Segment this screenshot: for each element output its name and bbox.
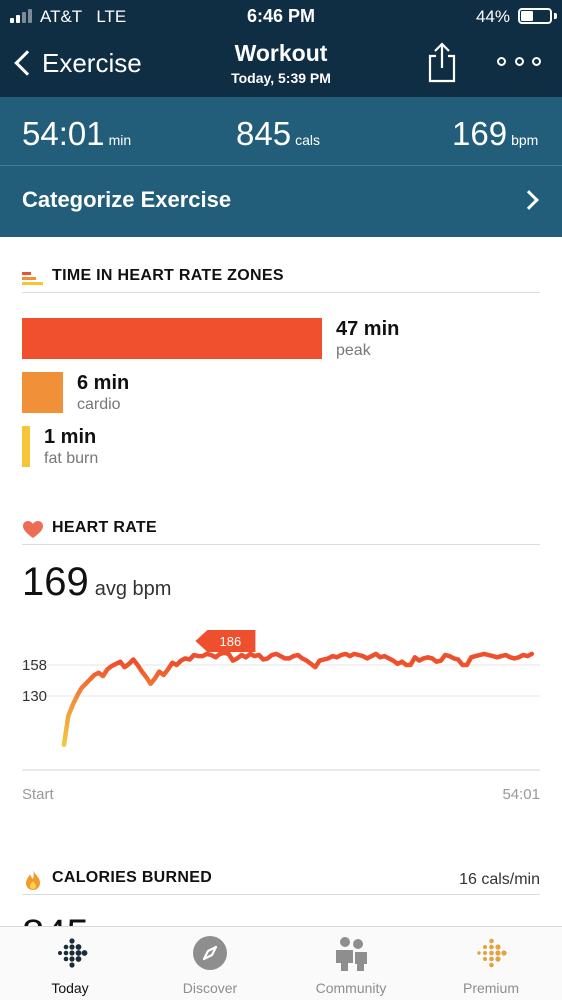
zone-value-fat-burn: 1 min [44,426,97,448]
avg-heart-rate-value: 169 [22,560,89,604]
duration-unit: min [108,132,132,148]
zone-bar-cardio [22,372,63,413]
x-tick-end: 54:01 [502,786,540,803]
zone-bar-peak [22,318,322,359]
tab-bar: Today Discover Community Premium [0,926,562,1000]
calories-stat: 845 cals [236,115,320,153]
calories-title: CALORIES BURNED [52,869,213,886]
heart-rate-series-line [61,650,535,747]
tab-premium[interactable]: Premium [421,927,561,1000]
calories-value: 845 [236,115,292,152]
avg-heart-rate-unit: avg bpm [94,578,172,600]
flame-icon [26,870,40,890]
battery-icon [518,8,552,24]
share-icon [428,42,456,83]
y-tick-label: 130 [22,688,47,705]
fitbit-dots-icon [58,938,88,968]
premium-dots-icon [477,938,507,968]
calories-unit: cals [295,132,320,148]
title-block: Workout Today, 5:39 PM [150,40,412,86]
battery-percent: 44% [475,7,510,26]
tab-discover[interactable]: Discover [140,927,280,1000]
duration-stat: 54:01 min [22,115,131,153]
heart-rate-section-header: HEART RATE [22,519,540,545]
peak-marker: 186 [195,630,256,652]
zone-name-fat-burn: fat burn [44,450,99,467]
zones-title: TIME IN HEART RATE ZONES [52,267,284,284]
heart-rate-unit: bpm [511,132,539,148]
tab-today-label: Today [51,980,89,996]
zone-value-cardio: 6 min [77,372,130,394]
tab-today[interactable]: Today [0,927,140,1000]
y-tick-label: 158 [22,657,47,674]
heart-rate-chart: 158 130 186 Start 54:01 [22,630,540,803]
calories-rate: 16 cals/min [459,871,540,888]
zone-name-peak: peak [336,342,371,359]
top-bar: AT&T LTE 6:46 PM 44% Exercise Workout To… [0,0,562,97]
more-button[interactable] [497,50,541,72]
battery-tip [554,13,557,19]
duration-value: 54:01 [22,115,105,152]
more-dot-icon [497,56,506,66]
peak-label: 186 [220,634,242,649]
heart-rate-title: HEART RATE [52,519,157,536]
workout-summary: 54:01 min 845 cals 169 bpm Categorize Exerc… [0,97,562,237]
zones-section-header: TIME IN HEART RATE ZONES [22,267,540,293]
tab-premium-label: Premium [462,980,519,996]
x-tick-start: Start [22,786,55,803]
chevron-left-icon [14,50,40,76]
tab-discover-label: Discover [182,980,238,996]
more-dot-icon [514,56,524,66]
chevron-right-icon [519,190,539,210]
page-subtitle: Today, 5:39 PM [231,70,331,86]
zone-name-cardio: cardio [77,396,121,413]
heart-rate-value: 169 [452,115,508,152]
back-button[interactable]: Exercise [10,45,142,81]
zones-bars-icon [22,272,43,285]
categorize-exercise-button[interactable]: Categorize Exercise [0,165,562,237]
categorize-label: Categorize Exercise [22,187,232,212]
heart-rate-stat: 169 bpm [452,115,538,153]
heart-icon [23,521,43,538]
tab-community-label: Community [315,980,387,996]
zone-bar-fat-burn [22,426,30,467]
status-bar: AT&T LTE 6:46 PM 44% [0,0,562,32]
compass-icon [193,936,227,970]
tab-community[interactable]: Community [281,927,421,1000]
share-button[interactable] [424,40,460,84]
avg-heart-rate: 169 avg bpm [22,560,171,605]
page-title: Workout [234,40,328,66]
more-dot-icon [532,56,541,66]
back-label: Exercise [42,47,142,78]
community-icon [336,937,367,971]
zone-value-peak: 47 min [336,318,400,340]
